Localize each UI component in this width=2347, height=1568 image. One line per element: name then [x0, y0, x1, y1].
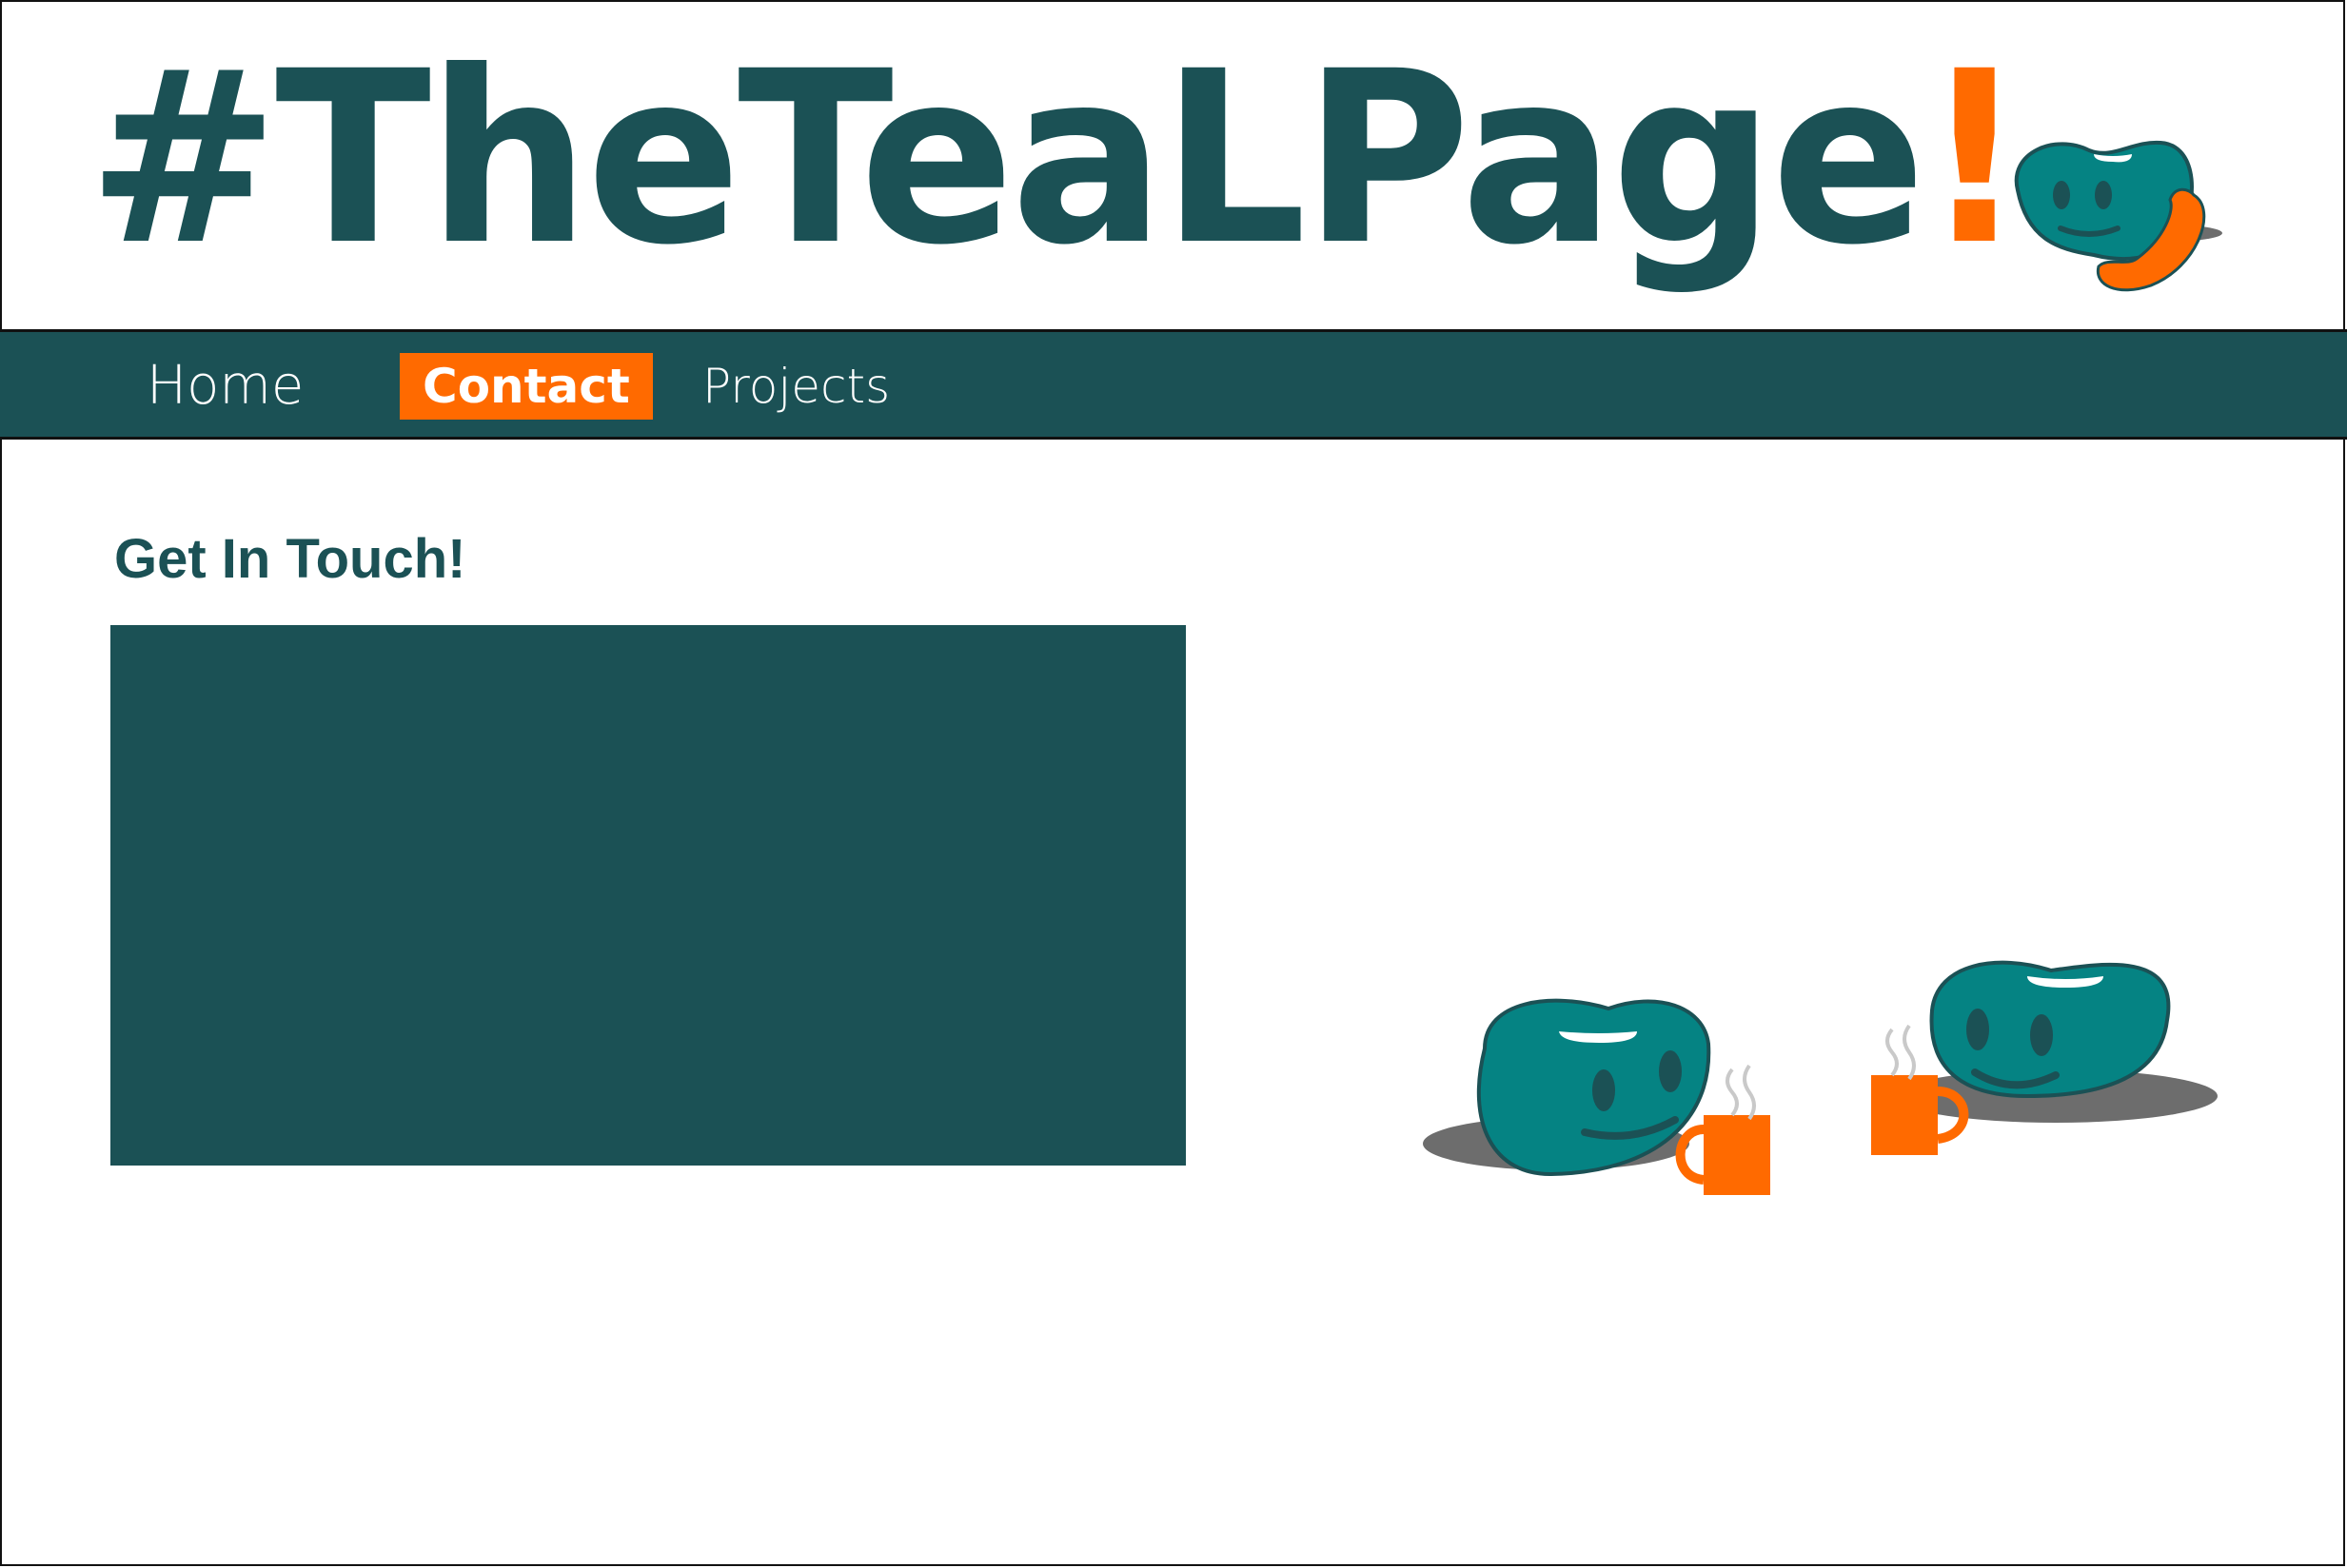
- main-nav: Home Contact Projects: [0, 329, 2347, 440]
- page-title: Get In Touch!: [114, 528, 466, 590]
- nav-contact[interactable]: Contact: [400, 353, 653, 420]
- main-content: Get In Touch!: [0, 440, 2347, 1562]
- contact-panel: [110, 625, 1186, 1166]
- jellybeans-coffee-icon: [1423, 960, 2218, 1195]
- bean-right: [1929, 960, 2171, 1099]
- site-header: #TheTeaLPage!: [0, 0, 2347, 329]
- site-logo[interactable]: #TheTeaLPage!: [88, 40, 2026, 278]
- jellybean-phone-icon: [2014, 140, 2222, 292]
- logo-text: #TheTeaLPage: [88, 20, 1926, 297]
- nav-home[interactable]: Home: [124, 353, 326, 420]
- nav-projects[interactable]: Projects: [680, 353, 913, 420]
